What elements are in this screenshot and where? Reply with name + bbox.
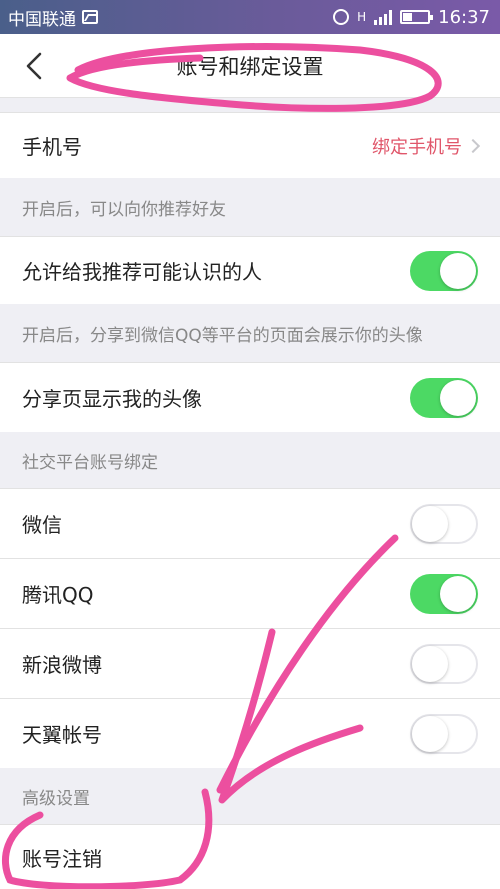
weibo-label: 新浪微博 [22, 653, 102, 677]
page-title: 账号和绑定设置 [176, 54, 324, 79]
social-row-wechat: 微信 [0, 488, 500, 558]
wechat-toggle[interactable] [410, 503, 478, 544]
status-bar: 中国联通 H 16:37 [0, 0, 500, 34]
social-header: 社交平台账号绑定 [0, 432, 500, 488]
chevron-right-icon [465, 138, 481, 153]
avatar-label: 分享页显示我的头像 [22, 387, 202, 411]
phone-row[interactable]: 手机号 绑定手机号 [0, 112, 500, 178]
navigation-bar: 账号和绑定设置 [0, 34, 500, 98]
recommend-hint: 开启后，可以向你推荐好友 [0, 178, 500, 236]
section-spacer [0, 98, 500, 112]
signal-icon [374, 9, 393, 25]
advanced-header: 高级设置 [0, 768, 500, 824]
account-cancel-row[interactable]: 账号注销 [0, 824, 500, 889]
social-row-weibo: 新浪微博 [0, 628, 500, 698]
back-arrow-icon [26, 52, 42, 80]
account-cancel-label: 账号注销 [22, 846, 102, 871]
social-row-qq: 腾讯QQ [0, 558, 500, 628]
image-notification-icon [82, 10, 98, 24]
social-row-tianyi: 天翼帐号 [0, 698, 500, 768]
back-button[interactable] [14, 46, 54, 86]
tianyi-toggle[interactable] [410, 713, 478, 754]
bind-phone-label: 绑定手机号 [372, 136, 462, 158]
recommend-row: 允许给我推荐可能认识的人 [0, 236, 500, 304]
avatar-row: 分享页显示我的头像 [0, 362, 500, 432]
qq-label: 腾讯QQ [22, 583, 94, 607]
network-type-label: H [357, 10, 367, 24]
weibo-toggle[interactable] [410, 643, 478, 684]
avatar-hint: 开启后，分享到微信QQ等平台的页面会展示你的头像 [0, 304, 500, 362]
battery-icon [400, 10, 434, 24]
alarm-icon [333, 9, 350, 25]
phone-label: 手机号 [22, 135, 82, 159]
recommend-label: 允许给我推荐可能认识的人 [22, 260, 262, 284]
bind-phone-link[interactable]: 绑定手机号 [372, 133, 481, 159]
tianyi-label: 天翼帐号 [22, 723, 102, 747]
recommend-toggle[interactable] [410, 250, 478, 291]
wechat-label: 微信 [22, 513, 62, 537]
clock-label: 16:37 [438, 6, 490, 28]
qq-toggle[interactable] [410, 573, 478, 614]
carrier-label: 中国联通 [8, 9, 76, 30]
avatar-toggle[interactable] [410, 377, 478, 418]
